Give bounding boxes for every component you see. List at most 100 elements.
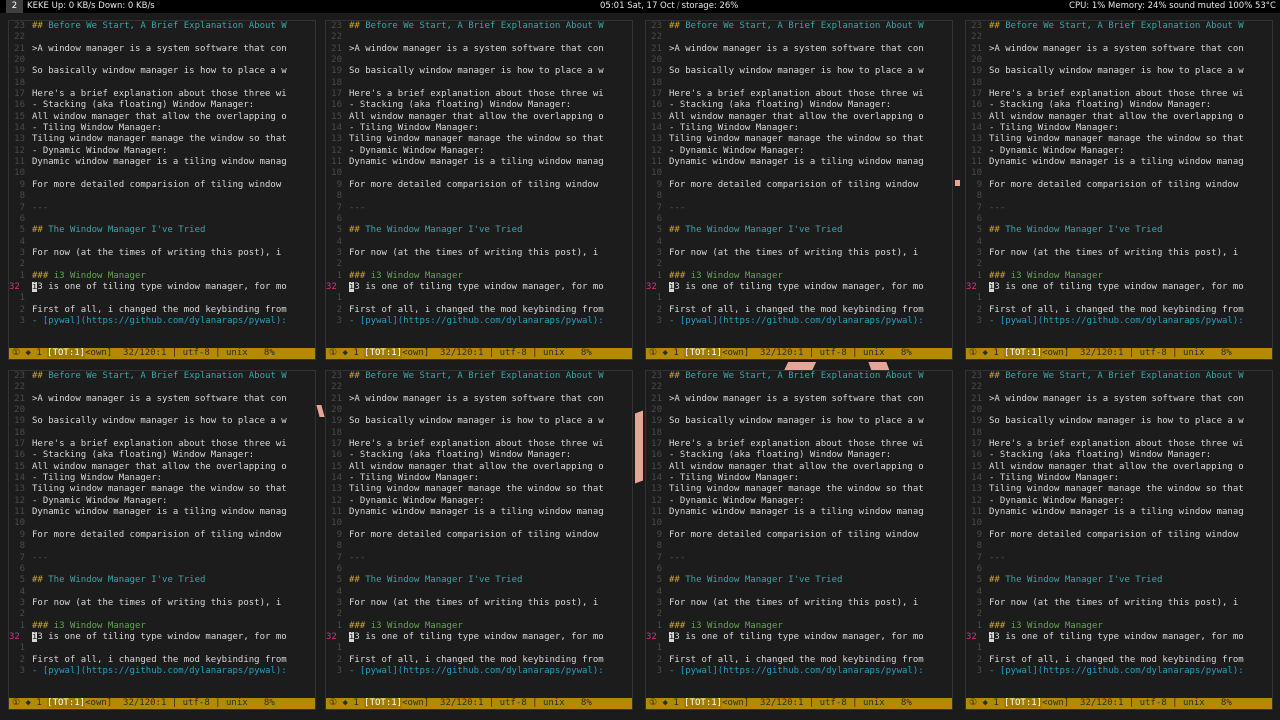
- buffer-line[interactable]: 21 >A window manager is a system software…: [326, 44, 632, 55]
- buffer-line[interactable]: 10: [9, 168, 315, 179]
- buffer-line[interactable]: 32 i3 is one of tiling type window manage…: [966, 281, 1272, 293]
- buffer-line[interactable]: 22: [326, 382, 632, 393]
- buffer-line[interactable]: 6: [326, 564, 632, 575]
- buffer-line[interactable]: 1 ### i3 Window Manager: [9, 271, 315, 282]
- buffer-line[interactable]: 3 For now (at the times of writing this p…: [646, 248, 952, 259]
- editor-pane-7[interactable]: 23 ## Before We Start, A Brief Explanatio…: [645, 370, 953, 710]
- buffer-line[interactable]: 4: [9, 237, 315, 248]
- buffer-line[interactable]: 3 For now (at the times of writing this p…: [9, 248, 315, 259]
- buffer-line[interactable]: 18: [9, 428, 315, 439]
- buffer-line[interactable]: 3 - [pywal](https://github.com/dylanaraps…: [646, 316, 952, 327]
- buffer-line[interactable]: 22: [326, 32, 632, 43]
- buffer-line[interactable]: 32 i3 is one of tiling type window manage…: [646, 631, 952, 643]
- buffer-line[interactable]: 10: [326, 518, 632, 529]
- buffer-line[interactable]: 8: [9, 191, 315, 202]
- buffer-line[interactable]: 23 ## Before We Start, A Brief Explanatio…: [966, 21, 1272, 32]
- buffer-line[interactable]: 13 Tiling window manager manage the windo…: [326, 484, 632, 495]
- buffer-line[interactable]: 9 For more detailed comparision of tiling…: [9, 180, 315, 191]
- buffer-line[interactable]: 2 First of all, i changed the mod keybind…: [326, 655, 632, 666]
- buffer-line[interactable]: 20: [646, 55, 952, 66]
- buffer-line[interactable]: 11 Dynamic window manager is a tiling win…: [966, 507, 1272, 518]
- buffer-line[interactable]: 2 First of all, i changed the mod keybind…: [646, 655, 952, 666]
- buffer-line[interactable]: 20: [9, 405, 315, 416]
- editor-pane-2[interactable]: 23 ## Before We Start, A Brief Explanatio…: [325, 20, 633, 360]
- buffer-line[interactable]: 1 ### i3 Window Manager: [646, 271, 952, 282]
- buffer-line[interactable]: 11 Dynamic window manager is a tiling win…: [646, 507, 952, 518]
- buffer-line[interactable]: 23 ## Before We Start, A Brief Explanatio…: [966, 371, 1272, 382]
- buffer-line[interactable]: 9 For more detailed comparision of tiling…: [326, 180, 632, 191]
- buffer-line[interactable]: 9 For more detailed comparision of tiling…: [966, 530, 1272, 541]
- buffer-line[interactable]: 13 Tiling window manager manage the windo…: [9, 484, 315, 495]
- buffer-line[interactable]: 18: [9, 78, 315, 89]
- buffer-line[interactable]: 5 ## The Window Manager I've Tried: [646, 575, 952, 586]
- buffer-line[interactable]: 19 So basically window manager is how to …: [966, 66, 1272, 77]
- buffer-line[interactable]: 22: [966, 382, 1272, 393]
- buffer-line[interactable]: 2 First of all, i changed the mod keybind…: [646, 305, 952, 316]
- buffer-line[interactable]: 21 >A window manager is a system software…: [966, 394, 1272, 405]
- buffer-line[interactable]: 16 - Stacking (aka floating) Window Manag…: [646, 450, 952, 461]
- buffer-line[interactable]: 14 - Tiling Window Manager:: [9, 473, 315, 484]
- buffer-line[interactable]: 3 For now (at the times of writing this p…: [966, 248, 1272, 259]
- buffer-line[interactable]: 21 >A window manager is a system software…: [646, 44, 952, 55]
- workspace-indicator[interactable]: 2: [6, 0, 23, 13]
- buffer-line[interactable]: 4: [326, 237, 632, 248]
- editor-pane-1[interactable]: 23 ## Before We Start, A Brief Explanatio…: [8, 20, 316, 360]
- buffer-line[interactable]: 23 ## Before We Start, A Brief Explanatio…: [9, 371, 315, 382]
- buffer-line[interactable]: 6: [646, 564, 952, 575]
- buffer-line[interactable]: 1: [326, 293, 632, 304]
- buffer-line[interactable]: 1: [326, 643, 632, 654]
- buffer-line[interactable]: 19 So basically window manager is how to …: [646, 416, 952, 427]
- buffer-line[interactable]: 15 All window manager that allow the over…: [646, 112, 952, 123]
- buffer-line[interactable]: 21 >A window manager is a system software…: [646, 394, 952, 405]
- buffer-line[interactable]: 1 ### i3 Window Manager: [326, 621, 632, 632]
- buffer-line[interactable]: 20: [9, 55, 315, 66]
- buffer-line[interactable]: 2: [326, 259, 632, 270]
- buffer-line[interactable]: 7 ---: [966, 203, 1272, 214]
- buffer-line[interactable]: 19 So basically window manager is how to …: [9, 66, 315, 77]
- buffer-line[interactable]: 5 ## The Window Manager I've Tried: [9, 225, 315, 236]
- buffer-line[interactable]: 16 - Stacking (aka floating) Window Manag…: [326, 100, 632, 111]
- editor-pane-5[interactable]: 23 ## Before We Start, A Brief Explanatio…: [8, 370, 316, 710]
- editor-pane-4[interactable]: 23 ## Before We Start, A Brief Explanatio…: [965, 20, 1273, 360]
- buffer-line[interactable]: 22: [9, 32, 315, 43]
- buffer-line[interactable]: 9 For more detailed comparision of tiling…: [9, 530, 315, 541]
- buffer-line[interactable]: 3 For now (at the times of writing this p…: [966, 598, 1272, 609]
- buffer-line[interactable]: 7 ---: [646, 553, 952, 564]
- buffer-line[interactable]: 16 - Stacking (aka floating) Window Manag…: [9, 450, 315, 461]
- buffer-line[interactable]: 1: [646, 293, 952, 304]
- buffer-line[interactable]: 13 Tiling window manager manage the windo…: [966, 134, 1272, 145]
- buffer-line[interactable]: 7 ---: [9, 553, 315, 564]
- buffer-line[interactable]: 16 - Stacking (aka floating) Window Manag…: [966, 100, 1272, 111]
- buffer-line[interactable]: 14 - Tiling Window Manager:: [646, 473, 952, 484]
- buffer-line[interactable]: 23 ## Before We Start, A Brief Explanatio…: [646, 371, 952, 382]
- buffer-line[interactable]: 8: [646, 191, 952, 202]
- buffer-line[interactable]: 18: [646, 78, 952, 89]
- buffer-line[interactable]: 22: [646, 32, 952, 43]
- buffer-line[interactable]: 7 ---: [9, 203, 315, 214]
- buffer-line[interactable]: 11 Dynamic window manager is a tiling win…: [9, 507, 315, 518]
- buffer-line[interactable]: 3 For now (at the times of writing this p…: [326, 248, 632, 259]
- buffer-line[interactable]: 4: [326, 587, 632, 598]
- buffer-line[interactable]: 3 - [pywal](https://github.com/dylanaraps…: [966, 666, 1272, 677]
- buffer-line[interactable]: 15 All window manager that allow the over…: [646, 462, 952, 473]
- buffer-line[interactable]: 6: [9, 564, 315, 575]
- buffer-line[interactable]: 12 - Dynamic Window Manager:: [646, 496, 952, 507]
- buffer-line[interactable]: 1 ### i3 Window Manager: [966, 621, 1272, 632]
- buffer-line[interactable]: 17 Here's a brief explanation about those…: [326, 439, 632, 450]
- buffer-line[interactable]: 2: [9, 609, 315, 620]
- buffer-line[interactable]: 9 For more detailed comparision of tiling…: [646, 530, 952, 541]
- buffer-line[interactable]: 19 So basically window manager is how to …: [646, 66, 952, 77]
- buffer-line[interactable]: 11 Dynamic window manager is a tiling win…: [966, 157, 1272, 168]
- buffer-line[interactable]: 15 All window manager that allow the over…: [9, 112, 315, 123]
- buffer-line[interactable]: 6: [9, 214, 315, 225]
- buffer-line[interactable]: 12 - Dynamic Window Manager:: [9, 146, 315, 157]
- buffer-line[interactable]: 22: [966, 32, 1272, 43]
- buffer-line[interactable]: 2 First of all, i changed the mod keybind…: [9, 655, 315, 666]
- buffer-line[interactable]: 10: [9, 518, 315, 529]
- buffer-line[interactable]: 20: [326, 405, 632, 416]
- buffer-line[interactable]: 20: [966, 405, 1272, 416]
- buffer-line[interactable]: 18: [326, 428, 632, 439]
- buffer-line[interactable]: 20: [966, 55, 1272, 66]
- buffer-line[interactable]: 3 - [pywal](https://github.com/dylanaraps…: [9, 316, 315, 327]
- buffer-line[interactable]: 32 i3 is one of tiling type window manage…: [9, 631, 315, 643]
